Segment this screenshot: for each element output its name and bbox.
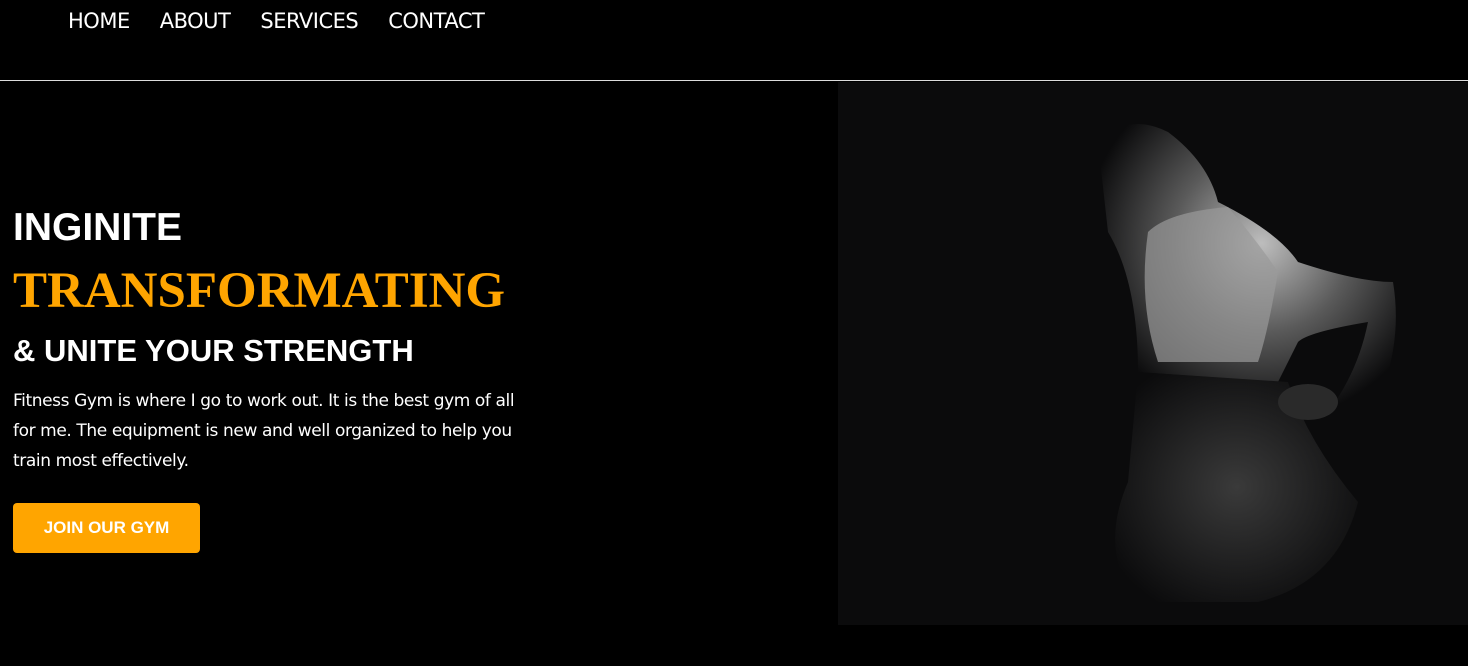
header-divider [0, 80, 1468, 81]
nav-about[interactable]: ABOUT [160, 9, 231, 33]
hero-title-line3: & UNITE YOUR STRENGTH [13, 333, 414, 368]
main-nav: HOME ABOUT SERVICES CONTACT [68, 9, 485, 33]
nav-home[interactable]: HOME [68, 9, 130, 33]
hero-title-line1: INGINITE [13, 206, 183, 249]
athlete-silhouette [1098, 124, 1396, 602]
hero-description: Fitness Gym is where I go to work out. I… [13, 391, 515, 471]
hero-image-athlete [838, 82, 1468, 625]
nav-contact[interactable]: CONTACT [388, 9, 485, 33]
hero-title-line2: TRANSFORMATING [13, 263, 506, 319]
join-gym-button[interactable]: JOIN OUR GYM [13, 503, 200, 553]
nav-services[interactable]: SERVICES [260, 9, 358, 33]
